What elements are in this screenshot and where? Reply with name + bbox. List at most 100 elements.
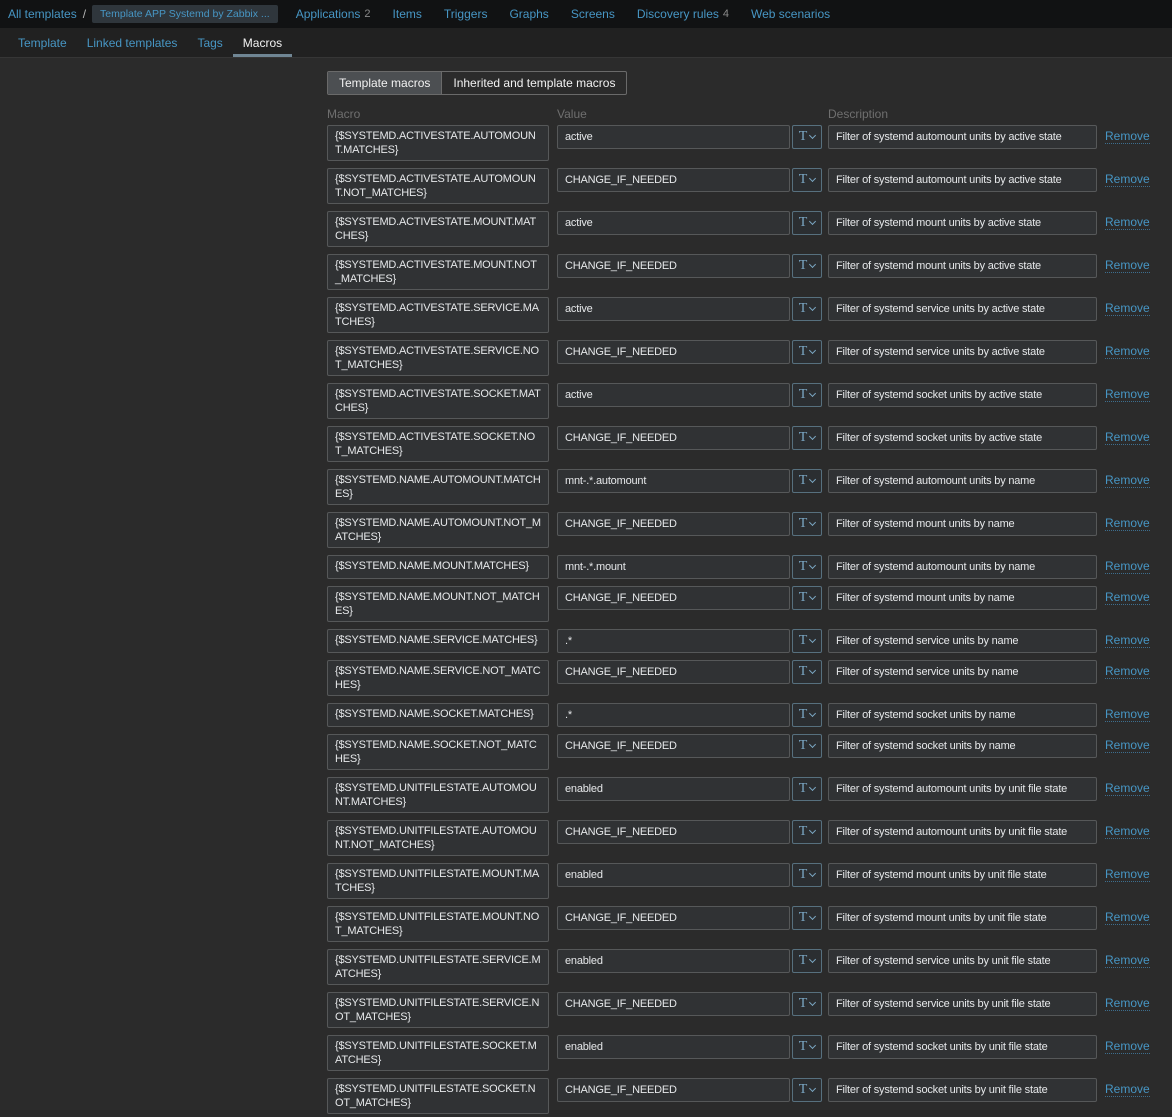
macro-type-button[interactable]: T — [792, 629, 822, 653]
macro-name-field[interactable]: {$SYSTEMD.ACTIVESTATE.AUTOMOUNT.NOT_MATC… — [327, 168, 549, 204]
macro-name-field[interactable]: {$SYSTEMD.ACTIVESTATE.SERVICE.NOT_MATCHE… — [327, 340, 549, 376]
macro-description-input[interactable] — [828, 383, 1097, 407]
macro-type-button[interactable]: T — [792, 297, 822, 321]
macro-name-field[interactable]: {$SYSTEMD.NAME.AUTOMOUNT.MATCHES} — [327, 469, 549, 505]
macro-value-input[interactable] — [557, 254, 790, 278]
macro-value-input[interactable] — [557, 297, 790, 321]
macro-name-field[interactable]: {$SYSTEMD.ACTIVESTATE.SERVICE.MATCHES} — [327, 297, 549, 333]
macro-value-input[interactable] — [557, 168, 790, 192]
macro-type-button[interactable]: T — [792, 586, 822, 610]
macro-name-field[interactable]: {$SYSTEMD.NAME.AUTOMOUNT.NOT_MATCHES} — [327, 512, 549, 548]
macro-value-input[interactable] — [557, 1035, 790, 1059]
macro-value-input[interactable] — [557, 820, 790, 844]
macro-description-input[interactable] — [828, 906, 1097, 930]
remove-button[interactable]: Remove — [1105, 664, 1150, 679]
macro-name-field[interactable]: {$SYSTEMD.NAME.MOUNT.NOT_MATCHES} — [327, 586, 549, 622]
macro-description-input[interactable] — [828, 703, 1097, 727]
macro-name-field[interactable]: {$SYSTEMD.UNITFILESTATE.AUTOMOUNT.NOT_MA… — [327, 820, 549, 856]
macro-type-button[interactable]: T — [792, 254, 822, 278]
macro-name-field[interactable]: {$SYSTEMD.ACTIVESTATE.SOCKET.MATCHES} — [327, 383, 549, 419]
macro-type-button[interactable]: T — [792, 1078, 822, 1102]
remove-button[interactable]: Remove — [1105, 633, 1150, 648]
macro-value-input[interactable] — [557, 469, 790, 493]
nav-link-graphs[interactable]: Graphs — [509, 7, 548, 21]
macro-type-button[interactable]: T — [792, 949, 822, 973]
macro-name-field[interactable]: {$SYSTEMD.UNITFILESTATE.MOUNT.MATCHES} — [327, 863, 549, 899]
macro-name-field[interactable]: {$SYSTEMD.UNITFILESTATE.SERVICE.MATCHES} — [327, 949, 549, 985]
macro-description-input[interactable] — [828, 820, 1097, 844]
macro-name-field[interactable]: {$SYSTEMD.ACTIVESTATE.SOCKET.NOT_MATCHES… — [327, 426, 549, 462]
macro-type-button[interactable]: T — [792, 1035, 822, 1059]
remove-button[interactable]: Remove — [1105, 1082, 1150, 1097]
nav-link-screens[interactable]: Screens — [571, 7, 615, 21]
macro-value-input[interactable] — [557, 586, 790, 610]
macro-name-field[interactable]: {$SYSTEMD.NAME.SOCKET.MATCHES} — [327, 703, 549, 727]
macro-value-input[interactable] — [557, 703, 790, 727]
remove-button[interactable]: Remove — [1105, 301, 1150, 316]
macro-value-input[interactable] — [557, 211, 790, 235]
nav-link-triggers[interactable]: Triggers — [444, 7, 488, 21]
macro-type-button[interactable]: T — [792, 512, 822, 536]
breadcrumb-all-templates-link[interactable]: All templates — [8, 7, 77, 21]
nav-link-items[interactable]: Items — [393, 7, 422, 21]
tab-macros[interactable]: Macros — [232, 28, 293, 57]
remove-button[interactable]: Remove — [1105, 738, 1150, 753]
macro-type-button[interactable]: T — [792, 125, 822, 149]
macro-value-input[interactable] — [557, 512, 790, 536]
macro-name-field[interactable]: {$SYSTEMD.NAME.SERVICE.NOT_MATCHES} — [327, 660, 549, 696]
macro-description-input[interactable] — [828, 211, 1097, 235]
macro-type-button[interactable]: T — [792, 734, 822, 758]
macro-name-field[interactable]: {$SYSTEMD.ACTIVESTATE.MOUNT.NOT_MATCHES} — [327, 254, 549, 290]
macro-type-button[interactable]: T — [792, 863, 822, 887]
remove-button[interactable]: Remove — [1105, 430, 1150, 445]
tab-linked-templates[interactable]: Linked templates — [77, 28, 188, 57]
macro-description-input[interactable] — [828, 863, 1097, 887]
macro-name-field[interactable]: {$SYSTEMD.UNITFILESTATE.SERVICE.NOT_MATC… — [327, 992, 549, 1028]
remove-button[interactable]: Remove — [1105, 473, 1150, 488]
macro-type-button[interactable]: T — [792, 906, 822, 930]
macro-description-input[interactable] — [828, 992, 1097, 1016]
macro-description-input[interactable] — [828, 734, 1097, 758]
remove-button[interactable]: Remove — [1105, 215, 1150, 230]
nav-link-discovery-rules[interactable]: Discovery rules — [637, 7, 719, 21]
tab-template[interactable]: Template — [8, 28, 77, 57]
tab-tags[interactable]: Tags — [187, 28, 232, 57]
remove-button[interactable]: Remove — [1105, 129, 1150, 144]
macro-description-input[interactable] — [828, 777, 1097, 801]
macro-description-input[interactable] — [828, 340, 1097, 364]
macro-name-field[interactable]: {$SYSTEMD.NAME.SOCKET.NOT_MATCHES} — [327, 734, 549, 770]
remove-button[interactable]: Remove — [1105, 258, 1150, 273]
macro-value-input[interactable] — [557, 555, 790, 579]
macro-name-field[interactable]: {$SYSTEMD.NAME.SERVICE.MATCHES} — [327, 629, 549, 653]
macro-description-input[interactable] — [828, 512, 1097, 536]
macro-type-button[interactable]: T — [792, 777, 822, 801]
macro-description-input[interactable] — [828, 125, 1097, 149]
macro-type-button[interactable]: T — [792, 660, 822, 684]
macro-value-input[interactable] — [557, 949, 790, 973]
macro-value-input[interactable] — [557, 383, 790, 407]
macro-description-input[interactable] — [828, 1078, 1097, 1102]
macro-value-input[interactable] — [557, 906, 790, 930]
macro-type-button[interactable]: T — [792, 340, 822, 364]
remove-button[interactable]: Remove — [1105, 707, 1150, 722]
remove-button[interactable]: Remove — [1105, 824, 1150, 839]
macro-type-button[interactable]: T — [792, 555, 822, 579]
macro-type-button[interactable]: T — [792, 168, 822, 192]
macro-name-field[interactable]: {$SYSTEMD.UNITFILESTATE.SOCKET.MATCHES} — [327, 1035, 549, 1071]
remove-button[interactable]: Remove — [1105, 953, 1150, 968]
remove-button[interactable]: Remove — [1105, 590, 1150, 605]
remove-button[interactable]: Remove — [1105, 387, 1150, 402]
macro-value-input[interactable] — [557, 777, 790, 801]
remove-button[interactable]: Remove — [1105, 996, 1150, 1011]
macro-value-input[interactable] — [557, 863, 790, 887]
macro-value-input[interactable] — [557, 426, 790, 450]
macro-type-button[interactable]: T — [792, 211, 822, 235]
macro-value-input[interactable] — [557, 992, 790, 1016]
macro-type-button[interactable]: T — [792, 426, 822, 450]
remove-button[interactable]: Remove — [1105, 344, 1150, 359]
remove-button[interactable]: Remove — [1105, 172, 1150, 187]
macro-type-button[interactable]: T — [792, 383, 822, 407]
macro-description-input[interactable] — [828, 949, 1097, 973]
macro-name-field[interactable]: {$SYSTEMD.ACTIVESTATE.MOUNT.MATCHES} — [327, 211, 549, 247]
macro-value-input[interactable] — [557, 660, 790, 684]
